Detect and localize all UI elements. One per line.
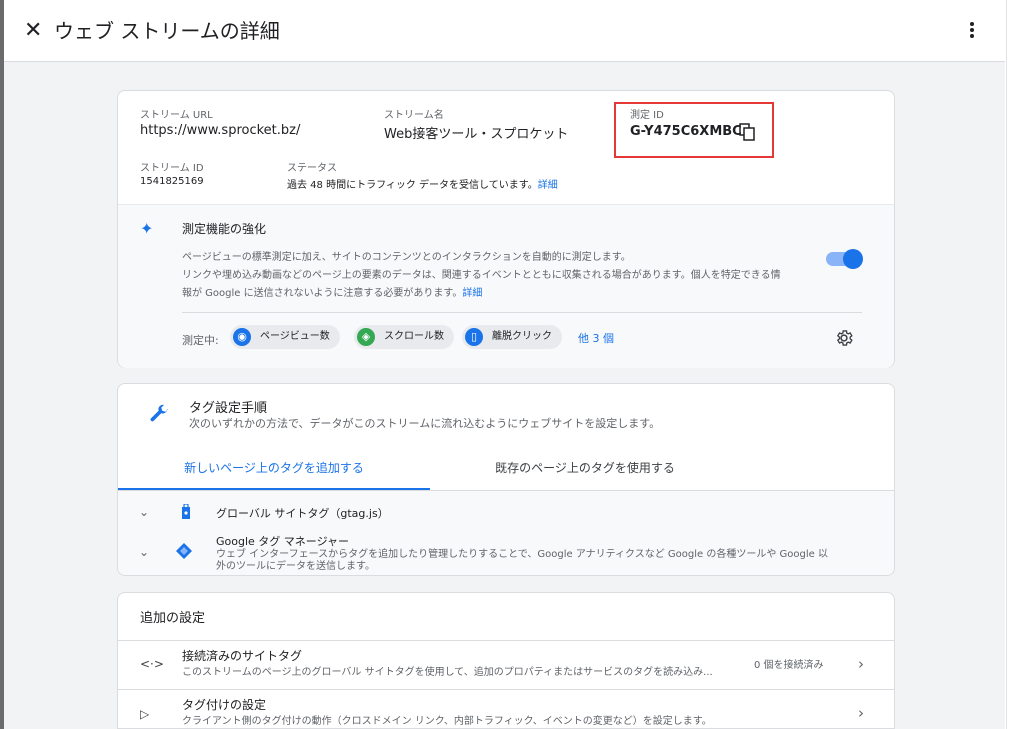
more-measurements-link[interactable]: 他 3 個 — [578, 330, 614, 346]
row-title: タグ付けの設定 — [182, 698, 267, 712]
divider — [182, 312, 862, 313]
tag-outline-icon: ▷ — [140, 707, 150, 721]
window-right-edge — [1006, 0, 1024, 729]
gtag-option-title[interactable]: グローバル サイトタグ（gtag.js） — [216, 505, 389, 521]
gear-icon[interactable] — [834, 328, 854, 348]
chevron-down-icon[interactable]: ⌄ — [139, 545, 149, 559]
tag-manager-icon — [176, 543, 192, 559]
measurement-id-value: G-Y475C6XMBC — [630, 124, 742, 139]
stream-info-card: ストリーム URL https://www.sprocket.bz/ ストリーム… — [117, 90, 895, 368]
tagging-title: タグ設定手順 — [189, 401, 268, 416]
chip-scrolls: ◈ スクロール数 — [354, 325, 454, 349]
stream-url-label: ストリーム URL — [140, 110, 213, 121]
stream-name-label: ストリーム名 — [384, 110, 444, 121]
gtag-icon — [182, 504, 190, 519]
row-description: クライアント側のタグ付けの動作（クロスドメイン リンク、内部トラフィック、イベン… — [182, 716, 712, 727]
status-text: 過去 48 時間にトラフィック データを受信しています。詳細 — [287, 180, 558, 191]
chevron-right-icon: › — [858, 704, 864, 722]
additional-settings-title: 追加の設定 — [140, 611, 206, 626]
tag-manager-option-description: ウェブ インターフェースからタグを追加したり管理したりすることで、Google … — [216, 549, 828, 572]
tagging-instructions-card: タグ設定手順 次のいずれかの方法で、データがこのストリームに流れ込むようにウェブ… — [117, 383, 895, 576]
enhanced-measurement-toggle[interactable] — [826, 249, 863, 269]
close-button[interactable]: ✕ — [24, 18, 42, 44]
scroll-icon: ◈ — [357, 328, 375, 346]
stream-id-value: 1541825169 — [140, 176, 204, 187]
enhanced-details-link[interactable]: 詳細 — [462, 288, 482, 299]
measurement-id-label: 測定 ID — [630, 110, 664, 121]
code-icon: <·> — [140, 657, 164, 671]
tagging-description: 次のいずれかの方法で、データがこのストリームに流れ込むようにウェブサイトを設定し… — [189, 417, 661, 430]
row-title: 接続済みのサイトタグ — [182, 649, 303, 663]
enhanced-measurement-section: ✦ 測定機能の強化 ページビューの標準測定に加え、サイトのコンテンツとのインタラ… — [118, 204, 894, 368]
row-description: このストリームのページ上のグローバル サイトタグを使用して、追加のプロパティまた… — [182, 667, 713, 678]
enhanced-measurement-description: ページビューの標準測定に加え、サイトのコンテンツとのインタラクションを自動的に測… — [182, 252, 781, 299]
enhanced-measurement-title: 測定機能の強化 — [182, 222, 267, 236]
page-title: ウェブ ストリームの詳細 — [54, 19, 280, 43]
additional-settings-card: 追加の設定 <·> 接続済みのサイトタグ このストリームのページ上のグローバル … — [117, 592, 895, 729]
row-status: 0 個を接続済み — [754, 660, 824, 671]
tab-add-new-tag[interactable]: 新しいページ上のタグを追加する — [118, 448, 430, 490]
connected-site-tags-row[interactable]: <·> 接続済みのサイトタグ このストリームのページ上のグローバル サイトタグを… — [118, 641, 894, 689]
chip-page-views: ◉ ページビュー数 — [230, 325, 340, 349]
stream-name-value: Web接客ツール・スプロケット — [384, 127, 569, 142]
more-options-icon[interactable] — [966, 20, 978, 44]
tag-options-list: ⌄ グローバル サイトタグ（gtag.js） ⌄ Google タグ マネージャ… — [118, 491, 894, 575]
tag-manager-option-title[interactable]: Google タグ マネージャー — [216, 533, 349, 549]
status-details-link[interactable]: 詳細 — [538, 180, 558, 191]
stream-id-label: ストリーム ID — [140, 163, 204, 174]
eye-icon: ◉ — [233, 328, 251, 346]
chevron-right-icon: › — [858, 655, 864, 673]
stream-url-value: https://www.sprocket.bz/ — [140, 123, 301, 138]
chevron-down-icon[interactable]: ⌄ — [139, 505, 149, 519]
copy-icon[interactable] — [739, 123, 755, 141]
mouse-icon: ▯ — [465, 328, 483, 346]
stream-details-panel: ✕ ウェブ ストリームの詳細 ストリーム URL https://www.spr… — [4, 0, 1005, 729]
chip-outbound-clicks: ▯ 離脱クリック — [462, 325, 562, 349]
tab-use-existing-tag[interactable]: 既存のページ上のタグを使用する — [430, 448, 740, 490]
wrench-icon — [150, 404, 169, 422]
sparkle-icon: ✦ — [140, 219, 154, 238]
status-label: ステータス — [287, 163, 337, 174]
tagging-settings-row[interactable]: ▷ タグ付けの設定 クライアント側のタグ付けの動作（クロスドメイン リンク、内部… — [118, 690, 894, 728]
measuring-label: 測定中: — [182, 334, 219, 347]
top-bar: ✕ ウェブ ストリームの詳細 — [4, 0, 1005, 62]
